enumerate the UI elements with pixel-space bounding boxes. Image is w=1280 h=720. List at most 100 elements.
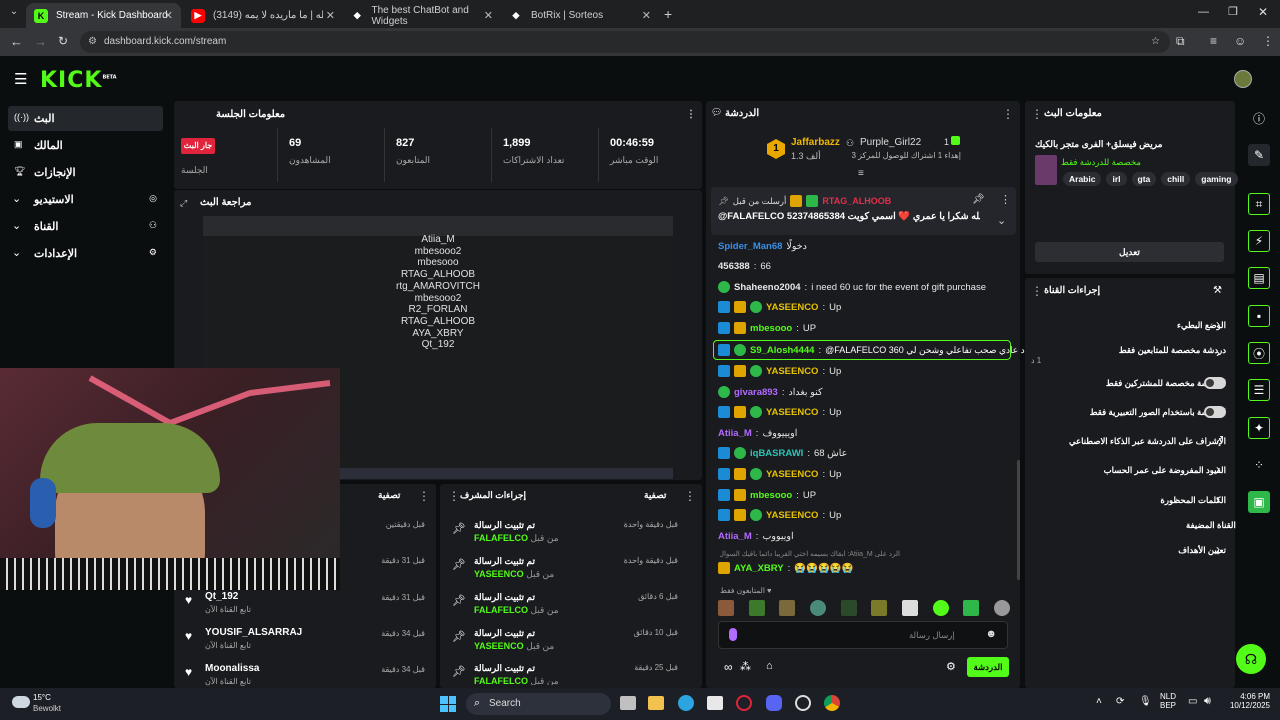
chat-user[interactable]: AYA_XBRY [734, 563, 784, 574]
tag[interactable]: Arabic [1063, 172, 1102, 186]
activity-user[interactable]: Qt_192 [205, 591, 238, 602]
emote-icon[interactable] [840, 600, 857, 616]
setting-account-age[interactable]: القيود المفروضة على عمر الحساب [1031, 458, 1226, 482]
close-icon[interactable]: ✕ [326, 9, 335, 22]
chat-icon[interactable]: ▪ [1248, 305, 1270, 327]
kebab-icon[interactable]: ⋮ [448, 489, 460, 503]
tab-botrix-sorteos[interactable]: ◆ BotRix | Sorteos ✕ [501, 3, 659, 28]
support-chat-button[interactable]: ☊ [1236, 644, 1266, 674]
tray-chevron-icon[interactable]: ˄ [1096, 696, 1102, 707]
sidebar-item-settings[interactable]: ⌄ الإعدادات ⚙ [8, 241, 163, 266]
tray-app-icon[interactable]: ⟳ [1116, 696, 1124, 707]
hamburger-icon[interactable]: ☰ [14, 70, 27, 88]
taskbar-search[interactable]: ⌕ Search [466, 693, 611, 715]
filter-label[interactable]: تصفية [644, 490, 666, 501]
close-window-button[interactable]: ✕ [1258, 5, 1268, 19]
layout-icon[interactable]: ☰ [1248, 379, 1270, 401]
emote-icon[interactable] [901, 600, 918, 616]
screenshot-icon[interactable]: ⌗ [1248, 193, 1270, 215]
reload-icon[interactable]: ↻ [58, 34, 68, 48]
microphone-icon[interactable] [729, 628, 737, 641]
avatar[interactable] [1234, 70, 1252, 88]
gifter-name[interactable]: Purple_Girl22 [860, 137, 921, 148]
chat-user[interactable]: iqBASRAWI [750, 448, 803, 459]
chevron-right-icon[interactable]: › [1216, 492, 1220, 506]
tab-search-button[interactable]: ⌄ [6, 6, 22, 22]
mod-user[interactable]: FALAFELCO [474, 605, 528, 615]
subscribers-only-toggle[interactable] [1204, 377, 1226, 389]
menu-icon[interactable]: ⋮ [1262, 34, 1274, 48]
sidebar-item-achievements[interactable]: 🏆︎ الإنجازات [8, 160, 163, 185]
chat-user[interactable]: YASEENCO [766, 366, 818, 377]
points-icon[interactable]: ⁂ [740, 660, 751, 673]
kebab-icon[interactable]: ⋮ [686, 109, 696, 120]
mod-user[interactable]: YASEENCO [474, 569, 524, 579]
profile-icon[interactable]: ☺ [1234, 34, 1246, 48]
infinity-icon[interactable]: ∞ [724, 660, 733, 674]
setting-ai-moderation[interactable]: الإشراف على الدردشة عبر الذكاء الاصطناعي [1031, 429, 1226, 453]
kick-logo[interactable]: KICKBETA [40, 68, 117, 93]
tag[interactable]: gaming [1195, 172, 1238, 186]
edit-stream-button[interactable]: تعديل [1035, 242, 1224, 262]
tag[interactable]: gta [1131, 172, 1157, 186]
chat-user[interactable]: 456388 [718, 261, 750, 272]
chat-scrollbar[interactable] [1017, 460, 1020, 580]
chevron-right-icon[interactable]: › [1216, 346, 1220, 360]
mod-user[interactable]: FALAFELCO [474, 676, 528, 685]
volume-icon[interactable]: 🔊︎ [1204, 695, 1211, 708]
chat-input-box[interactable]: إرسال رسالة ☻ [718, 621, 1008, 649]
info-icon[interactable]: ⓘ [1248, 107, 1270, 129]
setting-followers-only[interactable]: دردشة مخصصة للمتابعين فقط [1031, 338, 1226, 362]
wrench-icon[interactable]: ✦ [1248, 417, 1270, 439]
chat-user[interactable]: Atiia_M [718, 531, 752, 542]
chat-user[interactable]: Shaheeno2004 [734, 282, 801, 293]
network-icon[interactable]: ▭ [1188, 696, 1197, 707]
edge-icon[interactable] [678, 695, 694, 711]
emote-icon[interactable] [779, 600, 796, 616]
chat-user[interactable]: S9_Alosh4444 [750, 345, 814, 356]
maximize-button[interactable]: ❐ [1228, 5, 1238, 18]
send-chat-button[interactable]: الدردشة [967, 657, 1009, 677]
chat-user[interactable]: YASEENCO [766, 407, 818, 418]
broadcast-icon[interactable]: ⦿ [1248, 342, 1270, 364]
close-icon[interactable]: ✕ [642, 9, 651, 22]
kebab-icon[interactable]: ⋮ [1031, 284, 1043, 298]
media-icon[interactable]: ≡ [1210, 34, 1217, 48]
setting-slow-mode[interactable]: الوضع البطيء [1031, 313, 1226, 337]
emote-icon[interactable] [932, 600, 949, 616]
chat-settings-icon[interactable]: ⚙ [946, 660, 956, 673]
external-link-icon[interactable]: ↗ [1216, 434, 1224, 445]
chevron-right-icon[interactable]: › [1216, 462, 1220, 476]
bookmark-icon[interactable]: ☆ [1151, 31, 1160, 53]
sidebar-item-wallet[interactable]: ▣ المالك [8, 133, 163, 158]
sidebar-item-channel[interactable]: ⌄ القناة ⚇ [8, 214, 163, 239]
url-field[interactable]: ⚙ dashboard.kick.com/stream ☆ [80, 31, 1170, 53]
chat-user[interactable]: YASEENCO [766, 302, 818, 313]
kebab-icon[interactable]: ⋮ [684, 489, 696, 503]
chat-user[interactable]: YASEENCO [766, 469, 818, 480]
pinned-user[interactable]: RTAG_ALHOOB [822, 196, 891, 206]
emote-icon[interactable] [871, 600, 888, 616]
store-icon[interactable]: ⌂ [766, 660, 773, 672]
collapse-icon[interactable]: ≡ [858, 168, 864, 179]
task-view-icon[interactable] [620, 696, 636, 710]
chat-user[interactable]: Atiia_M [718, 428, 752, 439]
store-app-icon[interactable] [707, 696, 723, 710]
tag[interactable]: irl [1106, 172, 1127, 186]
close-icon[interactable]: ✕ [164, 9, 173, 22]
language-indicator[interactable]: NLD BEP [1160, 692, 1176, 710]
mod-user[interactable]: YASEENCO [474, 641, 524, 651]
activity-user[interactable]: Moonalissa [205, 663, 259, 674]
kebab-icon[interactable]: ⋮ [1002, 107, 1014, 121]
forward-icon[interactable]: → [34, 34, 47, 49]
edit-icon[interactable]: ✎ [1248, 144, 1270, 166]
kebab-icon[interactable]: ⋮ [1000, 193, 1011, 206]
activity-user[interactable]: YOUSIF_ALSARRAJ [205, 627, 302, 638]
emote-icon[interactable] [963, 600, 980, 616]
mod-user[interactable]: FALAFELCO [474, 533, 528, 543]
emote-icon[interactable] [748, 600, 765, 616]
chevron-down-icon[interactable]: ⌄ [997, 214, 1006, 227]
windows-start-icon[interactable] [440, 696, 456, 712]
discord-icon[interactable] [766, 695, 782, 711]
chat-user[interactable]: mbesooo [750, 490, 792, 501]
